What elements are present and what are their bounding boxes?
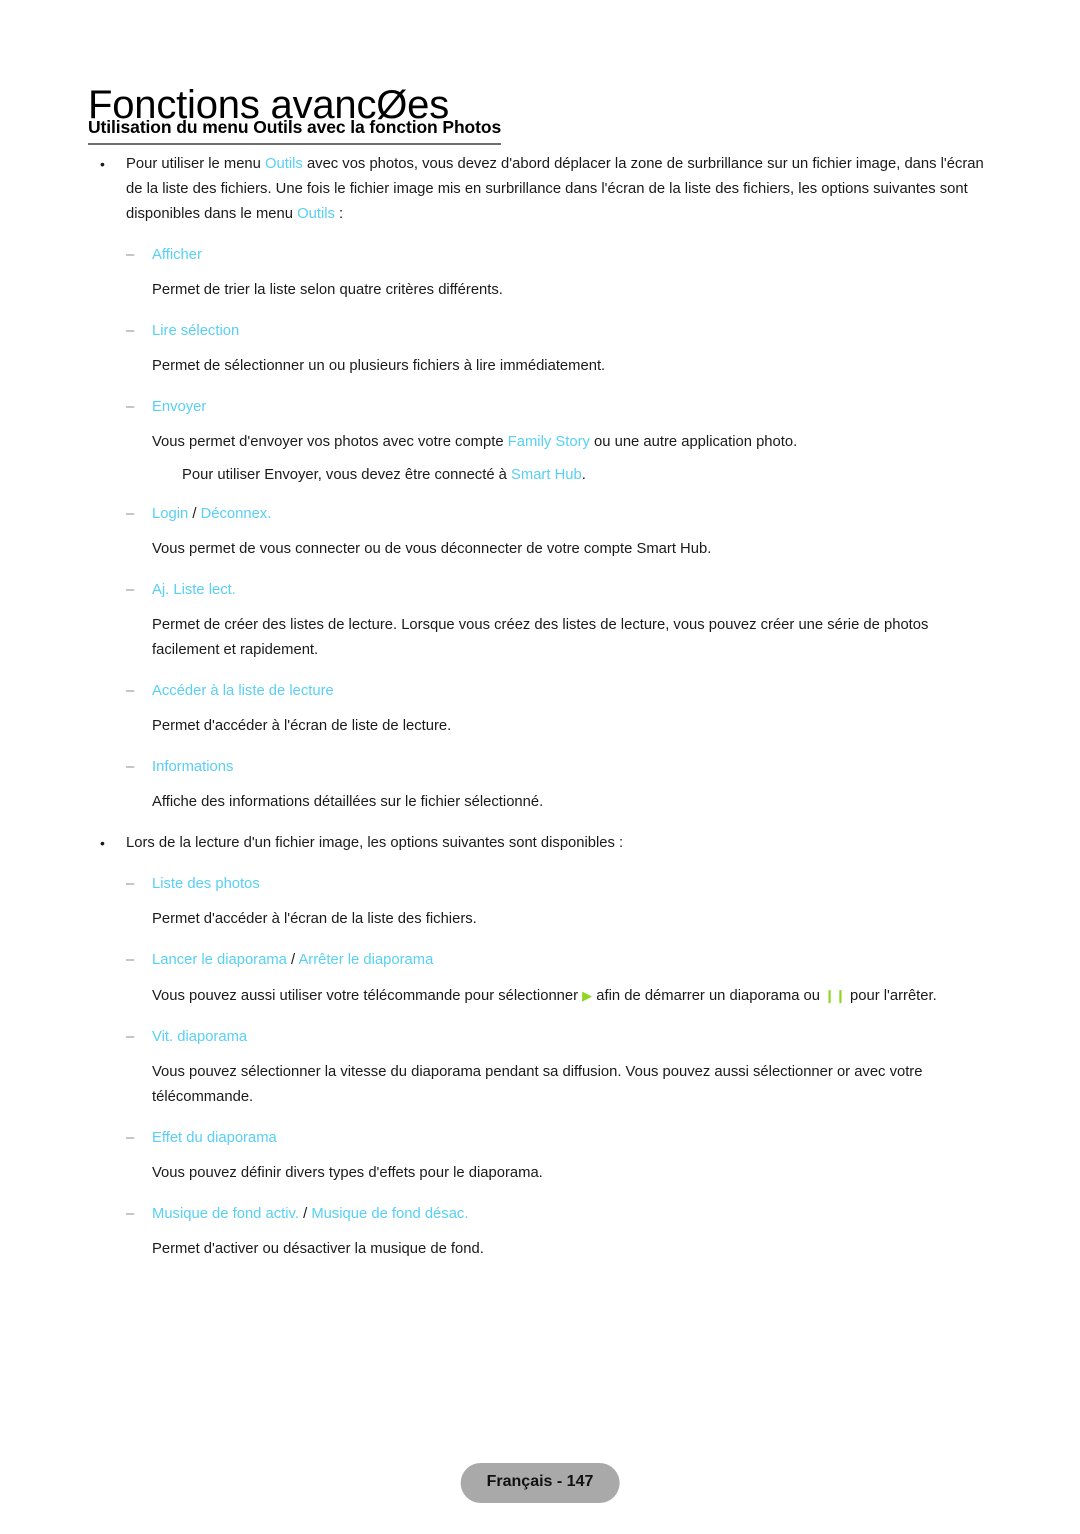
dash-marker-icon: – <box>126 952 135 968</box>
page-content: • Pour utiliser le menu Outils avec vos … <box>0 152 1080 1262</box>
dash-marker-icon: – <box>126 1206 135 1222</box>
playback-lead-in: Lors de la lecture d'un fichier image, l… <box>126 835 624 851</box>
dash-marker-icon: – <box>126 759 135 775</box>
option-term-deconnex: Déconnex. <box>200 506 272 522</box>
list-item-aj-liste-lect: – Aj. Liste lect. <box>0 578 1080 603</box>
description-lancer-arreter-diaporama: Vous pouvez aussi utiliser votre télécom… <box>0 983 1080 1009</box>
list-item-effet-diaporama: – Effet du diaporama <box>0 1126 1080 1151</box>
dash-marker-icon: – <box>126 876 135 892</box>
intro-term-outils-1: Outils <box>265 156 303 172</box>
dash-marker-icon: – <box>126 399 135 415</box>
list-item-envoyer: – Envoyer <box>0 395 1080 420</box>
description-afficher: Permet de trier la liste selon quatre cr… <box>152 282 503 298</box>
description-part2: afin de démarrer un diaporama ou <box>592 988 825 1004</box>
dash-marker-icon: – <box>126 506 135 522</box>
dash-marker-icon: – <box>126 683 135 699</box>
list-item-informations: – Informations <box>0 755 1080 780</box>
list-item-musique-de-fond: – Musique de fond activ. / Musique de fo… <box>0 1202 1080 1227</box>
description-part1: Vous pouvez aussi utiliser votre télécom… <box>152 988 583 1004</box>
pause-icon: ❙❙ <box>824 988 846 1003</box>
description-informations: Affiche des informations détaillées sur … <box>152 794 544 810</box>
description-acceder-liste-lecture: Permet d'accéder à l'écran de liste de l… <box>152 718 452 734</box>
intro-term-outils-2: Outils <box>297 206 335 222</box>
page-footer-badge: Français - 147 <box>460 1463 620 1503</box>
term-separator: / <box>188 506 201 522</box>
description-liste-des-photos: Permet d'accéder à l'écran de la liste d… <box>152 911 477 927</box>
dash-marker-icon: – <box>126 1130 135 1146</box>
intro-text-part1: Pour utiliser le menu <box>126 156 265 172</box>
term-separator: / <box>298 1206 312 1222</box>
option-term-aj-liste-lect: Aj. Liste lect. <box>152 582 236 598</box>
option-term-effet-diaporama: Effet du diaporama <box>152 1130 277 1146</box>
description-lire-selection: Permet de sélectionner un ou plusieurs f… <box>152 358 606 374</box>
note-envoyer: Pour utiliser Envoyer, vous devez être c… <box>0 463 1080 488</box>
option-term-afficher: Afficher <box>152 247 202 263</box>
option-term-lire-selection: Lire sélection <box>152 323 240 339</box>
footer-label: Français - 147 <box>486 1473 594 1490</box>
bullet-marker-icon: • <box>100 835 105 851</box>
option-term-acceder-liste-lecture: Accéder à la liste de lecture <box>152 683 334 699</box>
option-term-arreter-diaporama: Arrêter le diaporama <box>298 952 434 968</box>
intro-bullet: • Pour utiliser le menu Outils avec vos … <box>0 152 1080 227</box>
description-vit-diaporama: Vous pouvez sélectionner la vitesse du d… <box>0 1060 1080 1110</box>
description-part1: Vous pouvez sélectionner la vitesse du d… <box>152 1064 837 1080</box>
option-term-lancer-diaporama: Lancer le diaporama <box>152 952 287 968</box>
bullet-marker-icon: • <box>100 156 105 172</box>
option-term-musique-desac: Musique de fond désac. <box>311 1206 469 1222</box>
option-term-informations: Informations <box>152 759 234 775</box>
note-envoyer-part2: . <box>581 467 586 483</box>
description-envoyer: Vous permet d'envoyer vos photos avec vo… <box>0 430 1080 455</box>
list-item-afficher: – Afficher <box>0 243 1080 268</box>
description-musique-de-fond: Permet d'activer ou désactiver la musiqu… <box>152 1241 484 1257</box>
dash-marker-icon: – <box>126 247 135 263</box>
description-part3: pour l'arrêter. <box>845 988 937 1004</box>
term-separator: / <box>286 952 299 968</box>
manual-page: Fonctions avancØes Utilisation du menu O… <box>0 0 1080 1534</box>
description-aj-liste-lect: Permet de créer des listes de lecture. L… <box>152 617 929 658</box>
option-term-liste-des-photos: Liste des photos <box>152 876 260 892</box>
list-item-login-deconnex: – Login / Déconnex. <box>0 502 1080 527</box>
list-item-lancer-arreter-diaporama: – Lancer le diaporama / Arrêter le diapo… <box>0 948 1080 973</box>
section-heading-container: Utilisation du menu Outils avec la fonct… <box>88 117 988 145</box>
section-heading: Utilisation du menu Outils avec la fonct… <box>88 117 501 145</box>
playback-bullet: • Lors de la lecture d'un fichier image,… <box>0 831 1080 856</box>
description-envoyer-part2: ou une autre application photo. <box>589 434 798 450</box>
option-term-login: Login <box>152 506 189 522</box>
description-envoyer-part1: Vous permet d'envoyer vos photos avec vo… <box>152 434 508 450</box>
term-smart-hub: Smart Hub <box>511 467 582 483</box>
dash-marker-icon: – <box>126 582 135 598</box>
note-envoyer-part1: Pour utiliser Envoyer, vous devez être c… <box>182 467 511 483</box>
dash-marker-icon: – <box>126 1029 135 1045</box>
list-item-vit-diaporama: – Vit. diaporama <box>0 1025 1080 1050</box>
option-term-vit-diaporama: Vit. diaporama <box>152 1029 248 1045</box>
list-item-acceder-liste-lecture: – Accéder à la liste de lecture <box>0 679 1080 704</box>
description-login-deconnex: Vous permet de vous connecter ou de vous… <box>152 541 712 557</box>
intro-text-part3: : <box>334 206 344 222</box>
list-item-lire-selection: – Lire sélection <box>0 319 1080 344</box>
option-term-envoyer: Envoyer <box>152 399 207 415</box>
description-effet-diaporama: Vous pouvez définir divers types d'effet… <box>152 1165 543 1181</box>
term-family-story: Family Story <box>507 434 590 450</box>
option-term-musique-activ: Musique de fond activ. <box>152 1206 299 1222</box>
play-icon: ▶ <box>582 988 593 1003</box>
dash-marker-icon: – <box>126 323 135 339</box>
list-item-liste-des-photos: – Liste des photos <box>0 872 1080 897</box>
